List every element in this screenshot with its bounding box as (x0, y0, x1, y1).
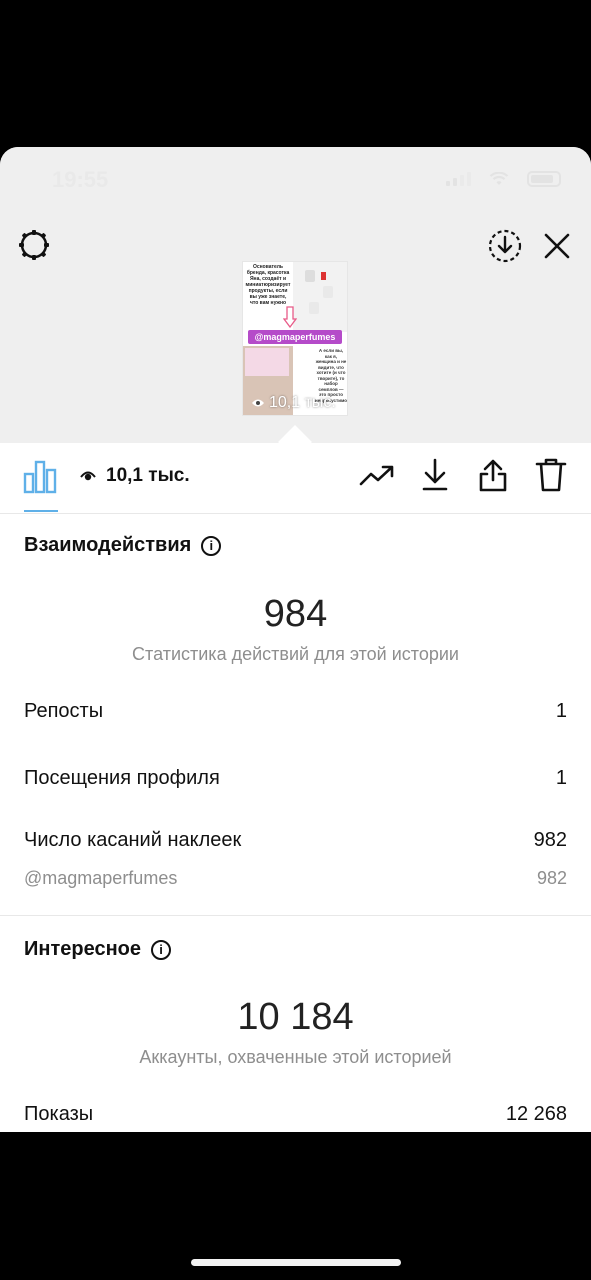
status-bar: 19:55 (0, 147, 591, 207)
gear-icon[interactable] (14, 225, 54, 265)
eye-icon (80, 471, 96, 481)
toolbar-views: 10,1 тыс. (80, 465, 190, 487)
metric-value: 12 268 (505, 1103, 567, 1125)
toolbar-views-text: 10,1 тыс. (106, 465, 190, 486)
trash-icon[interactable] (533, 457, 569, 493)
info-icon[interactable]: i (201, 535, 222, 556)
story-preview-area: 19:55 Основатель бренда, красотка Яна, с… (0, 147, 591, 443)
interactions-total: 984 (263, 593, 328, 635)
discovery-total: 10 184 (237, 996, 354, 1038)
metric-row-profile-visits: Посещения профиля 1 (24, 767, 567, 790)
metric-row-reposts: Репосты 1 (24, 700, 567, 723)
bar-chart-icon[interactable] (22, 459, 58, 495)
discovery-caption: Аккаунты, охваченные этой историей (139, 1047, 452, 1067)
close-icon[interactable] (537, 226, 577, 266)
story-image-products (293, 262, 347, 332)
discovery-title: Интересное (24, 938, 141, 960)
metric-row-impressions: Показы 12 268 (24, 1103, 567, 1126)
metric-label: Посещения профиля (24, 767, 220, 789)
story-image-card (245, 348, 289, 376)
metric-row-sticker-taps: Число касаний наклеек 982 (24, 829, 567, 852)
status-time: 19:55 (52, 167, 109, 192)
download-icon[interactable] (417, 457, 453, 493)
eye-icon (252, 399, 264, 407)
battery-icon (527, 171, 561, 187)
story-insights-sheet: 19:55 Основатель бренда, красотка Яна, с… (0, 147, 591, 1132)
active-tab-indicator (24, 510, 58, 512)
sticker-handle-value: 982 (536, 868, 567, 888)
sticker-handle-label: @magmaperfumes (24, 868, 178, 888)
wifi-icon (489, 171, 509, 185)
info-icon[interactable]: i (151, 939, 171, 960)
metric-value: 1 (555, 767, 567, 789)
section-divider (0, 915, 591, 916)
metric-label: Репосты (24, 700, 104, 722)
story-text-left: Основатель бренда, красотка Яна, создаёт… (245, 264, 291, 306)
trending-up-icon[interactable] (359, 457, 395, 493)
metric-value: 982 (533, 829, 567, 851)
download-circle-icon[interactable] (485, 226, 525, 266)
signal-icon (446, 172, 471, 186)
metric-value: 1 (555, 700, 567, 722)
toolbar-actions (359, 457, 569, 493)
metric-row-sticker-detail: @magmaperfumes 982 (24, 868, 567, 889)
interactions-title: Взаимодействия (24, 534, 192, 556)
share-icon[interactable] (475, 457, 511, 493)
home-indicator[interactable] (191, 1259, 401, 1266)
discovery-heading: Интересное i (24, 938, 171, 961)
status-icons (446, 171, 561, 187)
story-views-overlay: 10,1 тыс. (251, 394, 336, 412)
story-views-text: 10,1 тыс. (269, 394, 336, 411)
story-handle-sticker: @magmaperfumes (248, 330, 342, 344)
metric-label: Показы (24, 1103, 94, 1125)
arrow-down-icon (283, 306, 297, 328)
insights-toolbar: 10,1 тыс. (0, 443, 591, 514)
interactions-heading: Взаимодействия i (24, 534, 222, 557)
story-thumbnail[interactable]: Основатель бренда, красотка Яна, создаёт… (243, 262, 347, 415)
metric-label: Число касаний наклеек (24, 829, 242, 851)
interactions-caption: Статистика действий для этой истории (132, 644, 459, 664)
